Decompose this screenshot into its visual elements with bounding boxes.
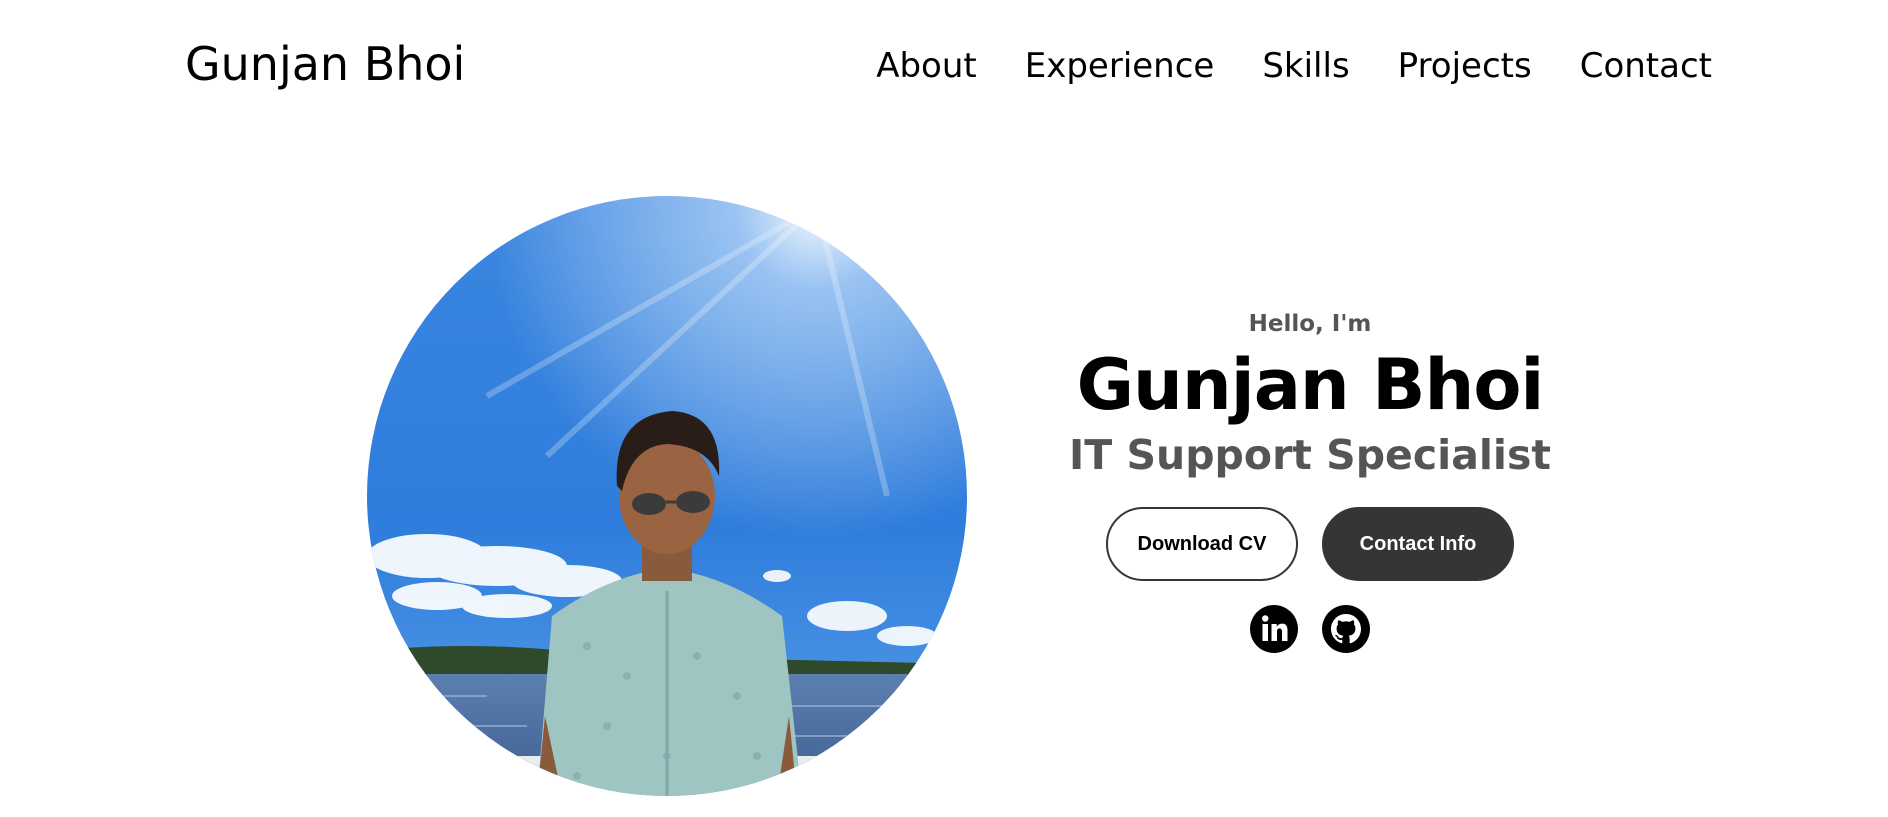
social-links (1060, 605, 1560, 653)
nav-link-about[interactable]: About (876, 44, 977, 88)
nav-link-experience[interactable]: Experience (1025, 44, 1215, 88)
nav-link-skills[interactable]: Skills (1262, 44, 1349, 88)
portfolio-page: Gunjan Bhoi About Experience Skills Proj… (0, 0, 1888, 817)
hero-section: Hello, I'm Gunjan Bhoi IT Support Specia… (1060, 305, 1560, 653)
hero-greeting: Hello, I'm (1248, 311, 1372, 337)
main-nav: About Experience Skills Projects Contact (876, 44, 1712, 88)
hero-role: IT Support Specialist (1069, 431, 1551, 479)
hero-name: Gunjan Bhoi (1076, 344, 1545, 426)
site-logo[interactable]: Gunjan Bhoi (185, 34, 465, 94)
contact-info-button[interactable]: Contact Info (1322, 507, 1514, 581)
nav-link-projects[interactable]: Projects (1398, 44, 1532, 88)
hero-buttons: Download CV Contact Info (1060, 507, 1560, 581)
nav-link-contact[interactable]: Contact (1580, 44, 1712, 88)
linkedin-icon[interactable] (1250, 605, 1298, 653)
profile-photo (367, 196, 967, 796)
github-icon[interactable] (1322, 605, 1370, 653)
download-cv-button[interactable]: Download CV (1106, 507, 1298, 581)
